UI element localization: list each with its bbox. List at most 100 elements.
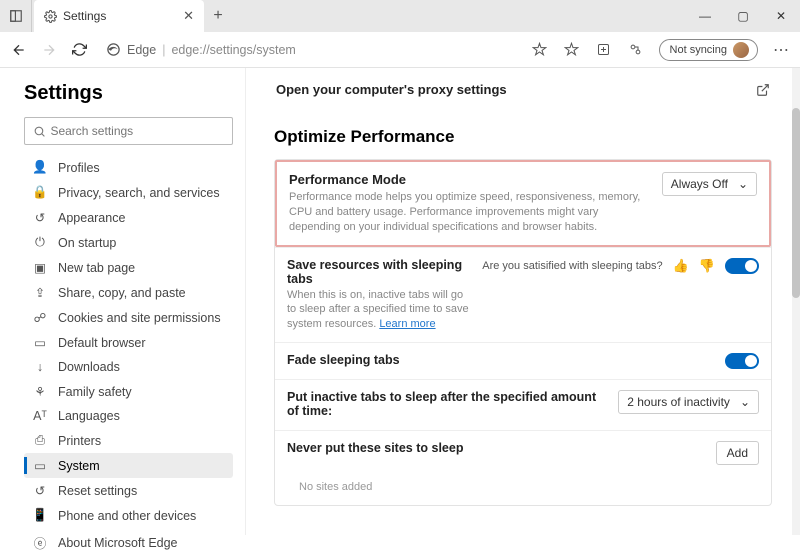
sleeping-tabs-title: Save resources with sleeping tabs xyxy=(287,258,472,286)
nav-icon: ⚘ xyxy=(32,384,48,399)
sidebar-item-on-startup[interactable]: ⏻ On startup xyxy=(24,230,233,255)
refresh-button[interactable] xyxy=(70,42,88,57)
collections-icon[interactable] xyxy=(595,42,613,57)
nav-icon: Aᵀ xyxy=(32,409,48,423)
add-site-button[interactable]: Add xyxy=(716,441,759,465)
nav-icon: ⓔ xyxy=(32,533,48,552)
never-sleep-row: Never put these sites to sleep Add No si… xyxy=(275,430,771,505)
nav-icon: ▭ xyxy=(32,458,48,473)
nav-label: Appearance xyxy=(58,211,125,225)
address-url: edge://settings/system xyxy=(171,43,295,57)
nav-icon: ⏻ xyxy=(32,235,48,250)
main-panel: Open your computer's proxy settings Opti… xyxy=(246,68,800,535)
tab-strip-icon[interactable] xyxy=(0,0,32,32)
scrollbar-thumb[interactable] xyxy=(792,108,800,298)
favorites-icon[interactable] xyxy=(563,42,581,57)
avatar-icon xyxy=(733,42,749,58)
inactive-timeout-dropdown[interactable]: 2 hours of inactivity ⌄ xyxy=(618,390,759,414)
sleeping-tabs-row: Save resources with sleeping tabs When t… xyxy=(275,247,771,343)
sidebar-item-downloads[interactable]: ↓ Downloads xyxy=(24,355,233,379)
performance-mode-desc: Performance mode helps you optimize spee… xyxy=(289,190,650,235)
browser-tab[interactable]: Settings ✕ xyxy=(34,0,204,32)
extensions-icon[interactable] xyxy=(627,42,645,57)
new-tab-button[interactable]: + xyxy=(204,7,232,25)
maximize-button[interactable]: ▢ xyxy=(724,0,762,32)
sidebar-item-family-safety[interactable]: ⚘ Family safety xyxy=(24,379,233,404)
back-button[interactable] xyxy=(10,42,28,58)
nav-icon: ↺ xyxy=(32,483,48,498)
address-bar[interactable]: Edge | edge://settings/system xyxy=(100,42,519,57)
more-menu-icon[interactable]: ⋯ xyxy=(772,40,790,60)
nav-label: About Microsoft Edge xyxy=(58,536,178,550)
fade-tabs-title: Fade sleeping tabs xyxy=(287,353,715,367)
nav-label: Printers xyxy=(58,434,101,448)
inactive-timeout-title: Put inactive tabs to sleep after the spe… xyxy=(287,390,608,418)
sync-label: Not syncing xyxy=(670,44,727,56)
edge-logo-icon xyxy=(106,42,121,57)
feedback-question: Are you satisified with sleeping tabs? xyxy=(482,260,662,272)
nav-label: On startup xyxy=(58,236,116,250)
nav-label: Share, copy, and paste xyxy=(58,286,186,300)
never-sleep-title: Never put these sites to sleep xyxy=(287,441,706,455)
nav-label: New tab page xyxy=(58,261,135,275)
learn-more-link[interactable]: Learn more xyxy=(379,318,435,330)
content: Settings 👤 Profiles 🔒 Privacy, search, and … xyxy=(0,68,800,535)
inactive-timeout-value: 2 hours of inactivity xyxy=(627,395,730,409)
window-controls: — ▢ ✕ xyxy=(686,0,800,32)
sidebar-item-profiles[interactable]: 👤 Profiles xyxy=(24,155,233,180)
nav-label: Family safety xyxy=(58,385,132,399)
external-link-icon[interactable] xyxy=(756,83,770,97)
proxy-row[interactable]: Open your computer's proxy settings xyxy=(274,78,772,101)
sidebar-item-printers[interactable]: ⎙Printers xyxy=(24,428,233,453)
search-box[interactable] xyxy=(24,117,233,145)
nav-icon: ↓ xyxy=(32,360,48,374)
chevron-down-icon: ⌄ xyxy=(738,177,748,191)
nav-icon: ⇪ xyxy=(32,285,48,300)
read-aloud-icon[interactable] xyxy=(531,42,549,57)
sidebar-item-new-tab-page[interactable]: ▣New tab page xyxy=(24,255,233,280)
sidebar-item-appearance[interactable]: ↺Appearance xyxy=(24,205,233,230)
sleeping-tabs-toggle[interactable] xyxy=(725,258,759,274)
nav-label: Reset settings xyxy=(58,484,137,498)
performance-mode-value: Always Off xyxy=(671,177,728,191)
sidebar-item-system[interactable]: ▭ System xyxy=(24,453,233,478)
nav-label: Downloads xyxy=(58,360,120,374)
nav-icon: 🔒 xyxy=(32,185,48,200)
performance-mode-dropdown[interactable]: Always Off ⌄ xyxy=(662,172,757,196)
nav-icon: 👤 xyxy=(32,160,48,175)
settings-heading: Settings xyxy=(24,82,233,105)
nav-icon: 📱 xyxy=(32,508,48,523)
optimize-card: Performance Mode Performance mode helps … xyxy=(274,159,772,506)
sidebar-item-about-microsoft-edge[interactable]: ⓔ About Microsoft Edge xyxy=(24,528,233,557)
thumbs-down-icon[interactable]: 👎 xyxy=(699,258,715,274)
nav-label: System xyxy=(58,459,100,473)
nav-icon: ☍ xyxy=(32,310,48,325)
sidebar-item-privacy-search-and-services[interactable]: 🔒 Privacy, search, and services xyxy=(24,180,233,205)
performance-mode-title: Performance Mode xyxy=(289,172,650,187)
nav-label: Privacy, search, and services xyxy=(58,186,220,200)
nav-label: Cookies and site permissions xyxy=(58,311,221,325)
minimize-button[interactable]: — xyxy=(686,0,724,32)
sidebar-item-share-copy-and-paste[interactable]: ⇪ Share, copy, and paste xyxy=(24,280,233,305)
sidebar-item-languages[interactable]: AᵀLanguages xyxy=(24,404,233,428)
sidebar-item-reset-settings[interactable]: ↺ Reset settings xyxy=(24,478,233,503)
inactive-timeout-row: Put inactive tabs to sleep after the spe… xyxy=(275,379,771,430)
gear-icon xyxy=(44,10,57,23)
sidebar-item-default-browser[interactable]: ▭Default browser xyxy=(24,330,233,355)
nav-label: Profiles xyxy=(58,161,100,175)
forward-button xyxy=(40,42,58,58)
toolbar: Edge | edge://settings/system Not syncin… xyxy=(0,32,800,68)
fade-tabs-toggle[interactable] xyxy=(725,353,759,369)
sync-status[interactable]: Not syncing xyxy=(659,39,758,61)
nav-label: Phone and other devices xyxy=(58,509,196,523)
sleeping-tabs-desc: When this is on, inactive tabs will go t… xyxy=(287,288,472,333)
performance-mode-row: Performance Mode Performance mode helps … xyxy=(275,160,771,247)
close-window-button[interactable]: ✕ xyxy=(762,0,800,32)
sidebar-item-phone-and-other-devices[interactable]: 📱 Phone and other devices xyxy=(24,503,233,528)
close-tab-icon[interactable]: ✕ xyxy=(183,8,194,24)
thumbs-up-icon[interactable]: 👍 xyxy=(673,258,689,274)
sidebar-item-cookies-and-site-permissions[interactable]: ☍ Cookies and site permissions xyxy=(24,305,233,330)
tab-title: Settings xyxy=(63,9,183,23)
nav-icon: ▭ xyxy=(32,335,48,350)
search-input[interactable] xyxy=(50,124,224,138)
